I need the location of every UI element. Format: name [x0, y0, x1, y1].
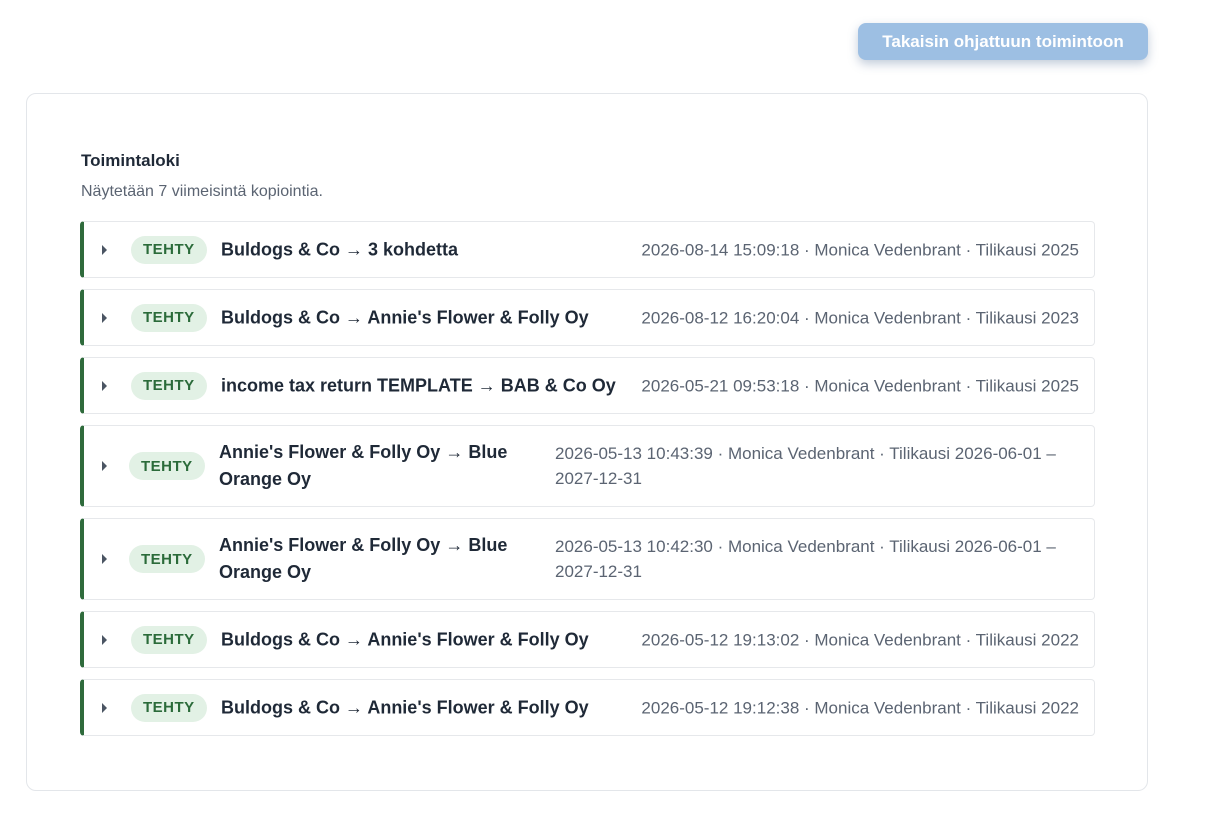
caret-right-icon[interactable]	[102, 312, 107, 323]
back-to-wizard-button[interactable]: Takaisin ohjattuun toimintoon	[858, 23, 1148, 60]
log-entry[interactable]: TEHTY income tax return TEMPLATE → BAB &…	[80, 357, 1095, 414]
caret-right-icon[interactable]	[102, 634, 107, 645]
log-entry[interactable]: TEHTY Buldogs & Co → Annie's Flower & Fo…	[80, 611, 1095, 668]
caret-right-icon[interactable]	[102, 702, 107, 713]
caret-right-icon[interactable]	[102, 380, 107, 391]
caret-right-icon[interactable]	[102, 554, 107, 564]
log-entry[interactable]: TEHTY Annie's Flower & Folly Oy → Blue O…	[80, 518, 1095, 600]
activity-log-list: TEHTY Buldogs & Co → 3 kohdetta 2026-08-…	[80, 221, 1095, 747]
log-entry-meta: 2026-05-13 10:43:39 · Monica Vedenbrant …	[555, 444, 1056, 488]
status-badge: TEHTY	[131, 235, 207, 264]
log-entry-meta: 2026-05-12 19:13:02 · Monica Vedenbrant …	[641, 630, 1079, 649]
log-entry-title: Buldogs & Co → 3 kohdetta	[221, 239, 459, 259]
log-entry[interactable]: TEHTY Buldogs & Co → Annie's Flower & Fo…	[80, 289, 1095, 346]
log-entry[interactable]: TEHTY Buldogs & Co → 3 kohdetta 2026-08-…	[80, 221, 1095, 278]
log-entry-title: income tax return TEMPLATE → BAB & Co Oy	[221, 375, 616, 395]
log-entry-title: Buldogs & Co → Annie's Flower & Folly Oy	[221, 307, 589, 327]
log-entry-title: Annie's Flower & Folly Oy → Blue Orange …	[219, 442, 508, 489]
status-badge: TEHTY	[131, 303, 207, 332]
status-badge: TEHTY	[129, 452, 205, 480]
log-entry-title: Annie's Flower & Folly Oy → Blue Orange …	[219, 535, 508, 582]
log-entry-title: Buldogs & Co → Annie's Flower & Folly Oy	[221, 697, 589, 717]
caret-right-icon[interactable]	[102, 244, 107, 255]
caret-right-icon[interactable]	[102, 461, 107, 471]
status-badge: TEHTY	[131, 625, 207, 654]
log-entry[interactable]: TEHTY Annie's Flower & Folly Oy → Blue O…	[80, 425, 1095, 507]
activity-log-subtitle: Näytetään 7 viimeisintä kopiointia.	[81, 183, 323, 200]
activity-log-card: Toimintaloki Näytetään 7 viimeisintä kop…	[26, 93, 1148, 791]
log-entry-meta: 2026-05-21 09:53:18 · Monica Vedenbrant …	[641, 376, 1079, 395]
log-entry-meta: 2026-08-14 15:09:18 · Monica Vedenbrant …	[641, 240, 1079, 259]
page: Takaisin ohjattuun toimintoon Toimintalo…	[0, 0, 1210, 824]
log-entry-meta: 2026-05-13 10:42:30 · Monica Vedenbrant …	[555, 537, 1056, 581]
log-entry-title: Buldogs & Co → Annie's Flower & Folly Oy	[221, 629, 589, 649]
log-entry[interactable]: TEHTY Buldogs & Co → Annie's Flower & Fo…	[80, 679, 1095, 736]
status-badge: TEHTY	[131, 371, 207, 400]
log-entry-meta: 2026-08-12 16:20:04 · Monica Vedenbrant …	[641, 308, 1079, 327]
activity-log-title: Toimintaloki	[81, 151, 180, 170]
status-badge: TEHTY	[129, 545, 205, 573]
status-badge: TEHTY	[131, 693, 207, 722]
log-entry-meta: 2026-05-12 19:12:38 · Monica Vedenbrant …	[641, 698, 1079, 717]
